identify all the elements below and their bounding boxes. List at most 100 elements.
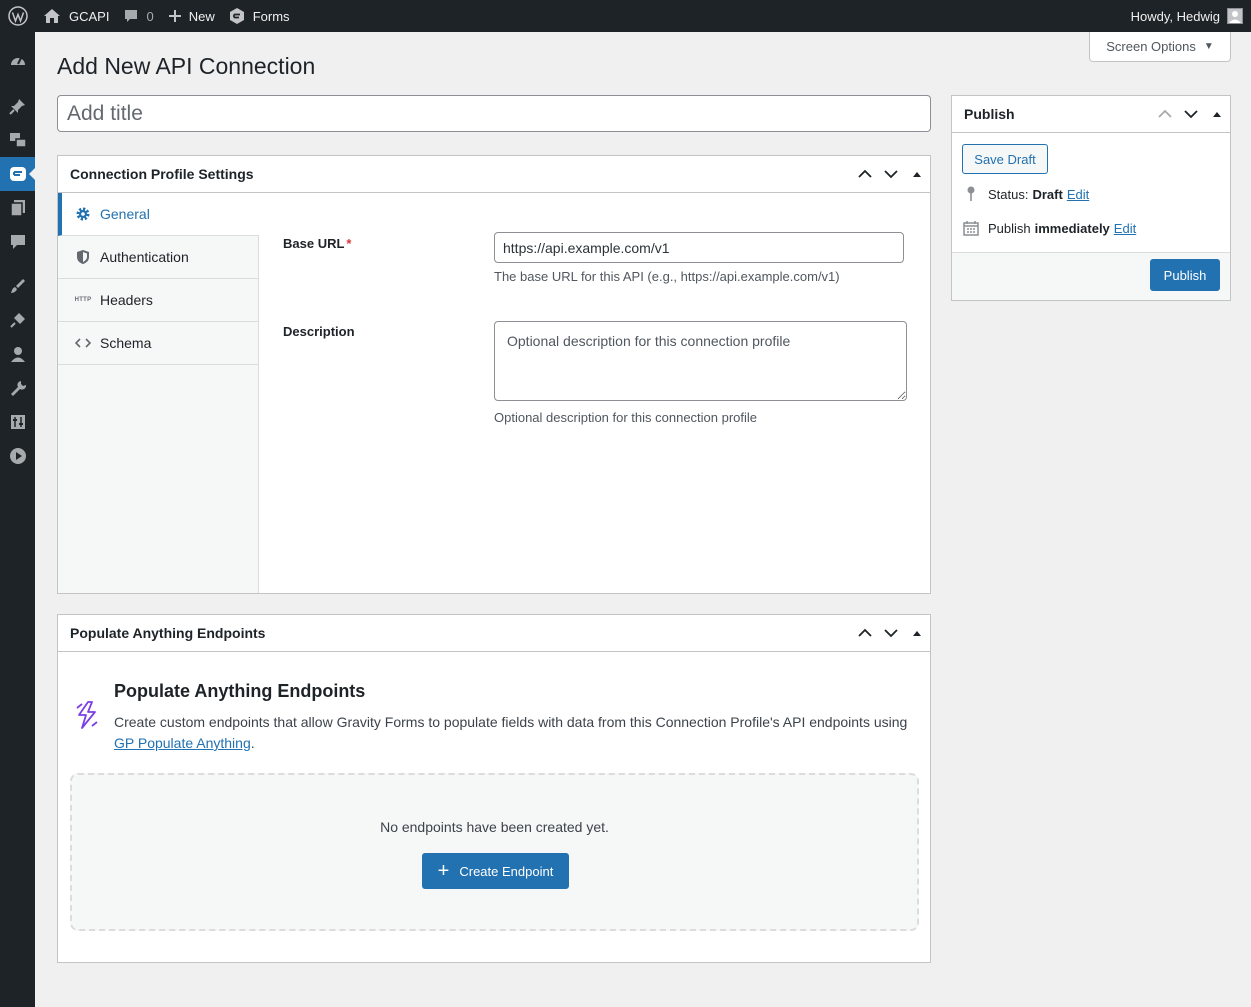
move-down-icon[interactable] xyxy=(1178,96,1204,132)
publish-actions: Publish xyxy=(952,252,1230,300)
move-down-icon[interactable] xyxy=(878,615,904,651)
screen-options-button[interactable]: Screen Options ▼ xyxy=(1089,32,1231,62)
move-up-icon[interactable] xyxy=(1152,96,1178,132)
connection-profile-settings-box: Connection Profile Settings General Auth… xyxy=(57,155,931,594)
connection-profile-header: Connection Profile Settings xyxy=(58,156,930,193)
plus-icon: + xyxy=(437,860,450,882)
post-status-row: Status: Draft Edit xyxy=(962,186,1089,202)
publish-header: Publish xyxy=(952,96,1230,133)
base-url-label-text: Base URL xyxy=(283,236,345,251)
edit-publish-time-link[interactable]: Edit xyxy=(1114,221,1136,236)
pages-icon xyxy=(9,200,25,217)
settings-tabs: General Authentication HTTP Headers Sche… xyxy=(58,193,259,593)
publish-label: Publish xyxy=(988,220,1031,236)
admin-bar: GCAPI 0 New Forms Howdy, Hedwig xyxy=(0,0,1251,32)
plus-icon xyxy=(168,10,181,22)
endpoints-header: Populate Anything Endpoints xyxy=(58,615,930,652)
menu-comments[interactable] xyxy=(0,225,35,259)
media-icon xyxy=(9,133,27,148)
move-up-icon[interactable] xyxy=(852,615,878,651)
edit-status-link[interactable]: Edit xyxy=(1067,187,1089,202)
tab-schema[interactable]: Schema xyxy=(58,322,258,365)
empty-message: No endpoints have been created yet. xyxy=(380,819,609,835)
forms-link[interactable]: Forms xyxy=(222,0,297,32)
tab-schema-label: Schema xyxy=(100,335,152,351)
publish-value: immediately xyxy=(1034,220,1110,236)
code-icon xyxy=(74,337,92,349)
comments-count: 0 xyxy=(146,8,154,24)
publish-button[interactable]: Publish xyxy=(1150,259,1220,291)
menu-settings[interactable] xyxy=(0,405,35,439)
page-title: Add New API Connection xyxy=(57,53,316,79)
gear-icon xyxy=(74,206,92,222)
menu-media-player[interactable] xyxy=(0,439,35,473)
menu-dashboard[interactable] xyxy=(0,44,35,78)
populate-anything-endpoints-box: Populate Anything Endpoints Populate Any… xyxy=(57,614,931,963)
tab-authentication[interactable]: Authentication xyxy=(58,236,258,279)
admin-menu xyxy=(0,32,35,1007)
gravity-api-icon xyxy=(9,167,26,181)
publish-time-row: Publish immediately Edit xyxy=(962,220,1136,236)
brush-icon xyxy=(10,279,25,293)
status-value: Draft xyxy=(1032,186,1063,202)
forms-label: Forms xyxy=(252,8,290,24)
shield-icon xyxy=(74,249,92,265)
user-icon xyxy=(10,347,25,362)
status-label: Status: xyxy=(988,186,1029,202)
menu-plugins[interactable] xyxy=(0,303,35,337)
http-icon: HTTP xyxy=(74,297,92,303)
toggle-panel-icon[interactable] xyxy=(1204,96,1230,132)
wordpress-logo-icon[interactable] xyxy=(0,0,35,32)
base-url-input[interactable] xyxy=(494,232,904,263)
endpoints-empty-state: No endpoints have been created yet. + Cr… xyxy=(70,773,919,931)
howdy-text: Howdy, Hedwig xyxy=(1130,8,1220,24)
new-content-link[interactable]: New xyxy=(161,0,222,32)
box-handle-actions xyxy=(1152,96,1230,132)
wrench-icon xyxy=(10,381,26,396)
lightning-bolt-icon xyxy=(76,701,98,729)
settings-sliders-icon xyxy=(10,415,25,429)
save-draft-button[interactable]: Save Draft xyxy=(962,144,1048,174)
tab-general-label: General xyxy=(100,206,150,222)
description-textarea[interactable] xyxy=(494,321,907,401)
tab-authentication-label: Authentication xyxy=(100,249,189,265)
screen-options-label: Screen Options xyxy=(1106,39,1196,54)
endpoints-description: Create custom endpoints that allow Gravi… xyxy=(114,712,914,754)
box-handle-actions xyxy=(852,615,930,651)
endpoints-desc-end: . xyxy=(250,735,255,751)
site-name: GCAPI xyxy=(69,8,110,24)
pin-icon xyxy=(8,99,25,115)
avatar xyxy=(1227,8,1243,24)
pin-icon xyxy=(962,186,979,202)
my-account-link[interactable]: Howdy, Hedwig xyxy=(1124,0,1251,32)
calendar-icon xyxy=(962,220,979,236)
menu-media[interactable] xyxy=(0,123,35,157)
gp-populate-anything-link[interactable]: GP Populate Anything xyxy=(114,735,251,751)
comment-bubble-icon xyxy=(125,10,138,22)
menu-appearance[interactable] xyxy=(0,269,35,303)
endpoints-desc-text: Create custom endpoints that allow Gravi… xyxy=(114,714,908,730)
menu-tools[interactable] xyxy=(0,371,35,405)
tab-general[interactable]: General xyxy=(58,193,259,236)
site-name-link[interactable]: GCAPI xyxy=(35,0,116,32)
play-icon xyxy=(9,448,26,464)
plugin-icon xyxy=(9,313,25,328)
menu-gcapi[interactable] xyxy=(0,157,35,191)
endpoints-box-title: Populate Anything Endpoints xyxy=(70,625,266,641)
tab-headers-label: Headers xyxy=(100,292,153,308)
move-up-icon[interactable] xyxy=(852,156,878,192)
move-down-icon[interactable] xyxy=(878,156,904,192)
gravity-forms-icon xyxy=(229,8,244,24)
connection-profile-title: Connection Profile Settings xyxy=(70,166,254,182)
base-url-label: Base URL * xyxy=(283,236,351,251)
comments-link[interactable]: 0 xyxy=(116,0,160,32)
menu-pages[interactable] xyxy=(0,191,35,225)
create-endpoint-button[interactable]: + Create Endpoint xyxy=(422,853,569,889)
toggle-panel-icon[interactable] xyxy=(904,156,930,192)
post-title-input[interactable] xyxy=(57,95,931,132)
menu-users[interactable] xyxy=(0,337,35,371)
menu-posts[interactable] xyxy=(0,89,35,123)
base-url-help: The base URL for this API (e.g., https:/… xyxy=(494,269,840,284)
toggle-panel-icon[interactable] xyxy=(904,615,930,651)
tab-headers[interactable]: HTTP Headers xyxy=(58,279,258,322)
